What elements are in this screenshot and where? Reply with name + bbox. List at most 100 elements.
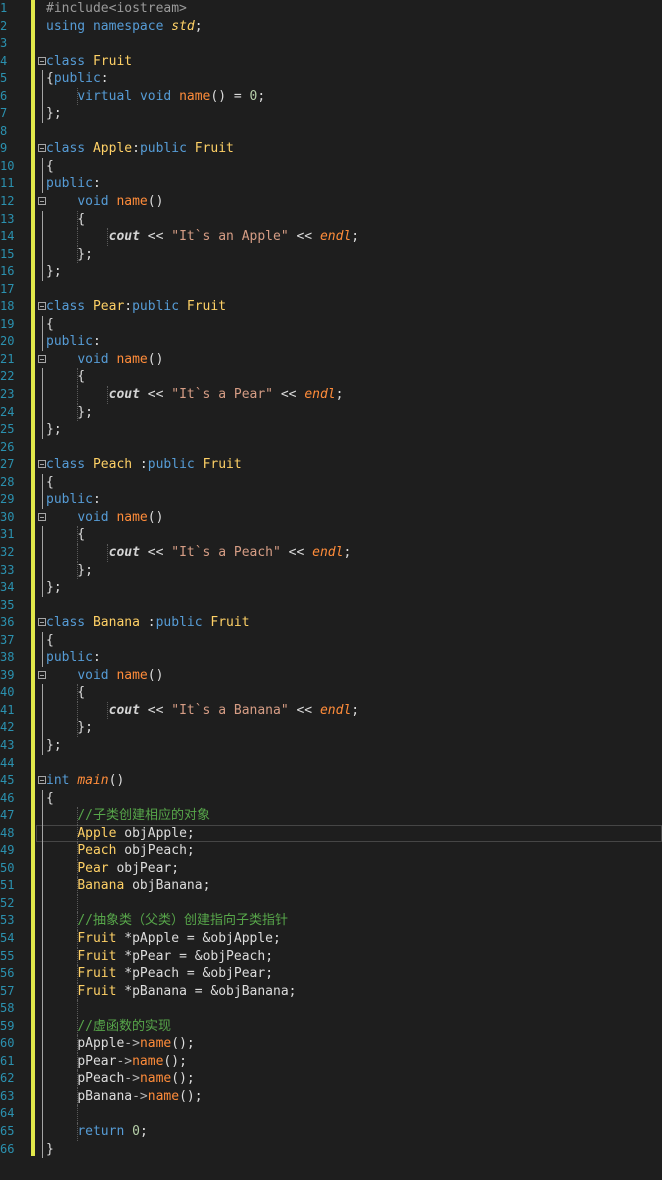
code-line[interactable]: return 0; xyxy=(36,1123,662,1141)
line-number: 58 xyxy=(0,1001,14,1016)
fold-toggle-icon[interactable] xyxy=(38,776,46,785)
code-line[interactable]: //子类创建相应的对象 xyxy=(36,807,662,825)
code-line[interactable]: //虚函数的实现 xyxy=(36,1017,662,1036)
code-line[interactable]: cout << "It`s an Apple" << endl; xyxy=(36,228,662,246)
code-lines[interactable]: #include<iostream> using namespace std; cl… xyxy=(36,0,662,1159)
code-line[interactable]: } xyxy=(36,1140,662,1159)
code-line[interactable]: Banana objBanana; xyxy=(36,877,662,895)
code-line[interactable]: }; xyxy=(36,421,662,439)
code-line[interactable]: class Apple:public Fruit xyxy=(36,140,662,158)
code-line[interactable] xyxy=(36,1105,662,1123)
line-number: 51 xyxy=(0,878,14,893)
code-line[interactable]: cout << "It`s a Banana" << endl; xyxy=(36,701,662,720)
code-line[interactable]: }; xyxy=(36,719,662,737)
code-line[interactable]: cout << "It`s a Peach" << endl; xyxy=(36,543,662,562)
scope-bracket-line xyxy=(42,947,43,966)
code-line[interactable]: }; xyxy=(36,579,662,597)
code-token: endl xyxy=(319,702,352,718)
fold-toggle-icon[interactable] xyxy=(38,302,46,311)
code-line[interactable]: void name() xyxy=(36,667,662,685)
code-token: Apple xyxy=(77,825,117,841)
code-line[interactable]: void name() xyxy=(36,351,662,369)
code-line[interactable]: Fruit *pPeach = &objPear; xyxy=(36,965,662,983)
code-line[interactable]: }; xyxy=(36,561,662,580)
code-line[interactable]: }; xyxy=(36,245,662,264)
code-line[interactable] xyxy=(36,597,662,615)
fold-toggle-icon[interactable] xyxy=(38,56,46,65)
fold-toggle-icon[interactable] xyxy=(38,670,46,679)
code-line[interactable]: { xyxy=(36,526,662,544)
code-line[interactable]: Fruit *pApple = &objApple; xyxy=(36,929,662,948)
code-line[interactable]: void name() xyxy=(36,193,662,211)
fold-toggle-icon[interactable] xyxy=(38,512,46,521)
code-token: Fruit xyxy=(77,983,117,999)
code-line[interactable]: #include<iostream> xyxy=(36,0,662,18)
fold-toggle-icon[interactable] xyxy=(38,618,46,627)
code-token: cout xyxy=(108,702,140,718)
indent-guide xyxy=(77,684,78,702)
code-line[interactable] xyxy=(36,35,662,53)
code-line[interactable]: public: xyxy=(36,333,662,351)
code-line[interactable] xyxy=(36,281,662,299)
code-line[interactable]: pApple->name(); xyxy=(36,1035,662,1053)
code-line[interactable]: { xyxy=(36,210,662,229)
code-line[interactable]: }; xyxy=(36,263,662,281)
code-line[interactable]: Pear objPear; xyxy=(36,859,662,878)
code-line[interactable]: { xyxy=(36,789,662,808)
code-line[interactable]: }; xyxy=(36,736,662,755)
code-line[interactable]: pBanana->name(); xyxy=(36,1087,662,1106)
code-token: endl xyxy=(304,387,336,403)
code-line[interactable]: public: xyxy=(36,491,662,509)
indent-guide xyxy=(77,929,78,948)
code-line[interactable]: { xyxy=(36,368,662,387)
code-line[interactable]: Fruit *pPear = &objPeach; xyxy=(36,947,662,966)
scope-bracket-line xyxy=(42,473,43,492)
code-line[interactable]: public: xyxy=(36,175,662,194)
code-token: }; xyxy=(46,422,62,438)
code-line[interactable] xyxy=(36,1000,662,1018)
code-line[interactable]: { xyxy=(36,473,662,492)
code-line[interactable]: { xyxy=(36,157,662,176)
code-line[interactable]: void name() xyxy=(36,509,662,527)
code-line[interactable]: class Peach :public Fruit xyxy=(36,456,662,474)
code-line[interactable] xyxy=(36,755,662,773)
code-line[interactable]: cout << "It`s a Pear" << endl; xyxy=(36,386,662,404)
line-number: 29 xyxy=(0,492,14,507)
code-line[interactable]: class Fruit xyxy=(36,53,662,71)
code-token: pBanana xyxy=(132,983,187,999)
code-editor[interactable]: 1 2 3 4 5 6 7 8 9 10 11 12 13 14 15 16 17 18 19 20 21 22 23 24 2… xyxy=(0,0,662,1180)
code-token: Fruit xyxy=(77,948,117,964)
code-line[interactable]: virtual void name() = 0; xyxy=(36,87,662,106)
code-line[interactable]: public: xyxy=(36,649,662,667)
code-line[interactable]: }; xyxy=(36,403,662,422)
fold-toggle-icon[interactable] xyxy=(38,197,46,206)
fold-toggle-icon[interactable] xyxy=(38,354,46,363)
code-line[interactable]: { xyxy=(36,315,662,334)
code-line[interactable]: { xyxy=(36,631,662,650)
code-line[interactable]: Peach objPeach; xyxy=(36,842,662,860)
code-line[interactable]: using namespace std; xyxy=(36,18,662,36)
code-token: "It`s a Peach" xyxy=(171,544,281,560)
code-line[interactable] xyxy=(36,123,662,141)
fold-toggle-icon[interactable] xyxy=(38,460,46,469)
code-line[interactable]: Apple objApple; xyxy=(36,824,662,843)
code-line[interactable]: {public: xyxy=(36,70,662,88)
code-line[interactable] xyxy=(36,439,662,457)
code-line[interactable]: class Pear:public Fruit xyxy=(36,298,662,316)
code-line[interactable]: pPear->name(); xyxy=(36,1052,662,1071)
code-line[interactable]: Fruit *pBanana = &objBanana; xyxy=(36,982,662,1001)
code-line[interactable]: pPeach->name(); xyxy=(36,1070,662,1088)
code-token: Fruit xyxy=(77,966,117,982)
code-line[interactable]: int main() xyxy=(36,772,662,790)
fold-toggle-icon[interactable] xyxy=(38,144,46,153)
code-line[interactable]: }; xyxy=(36,105,662,123)
code-line[interactable]: //抽象类（父类）创建指向子类指针 xyxy=(36,912,662,930)
code-line[interactable]: class Banana :public Fruit xyxy=(36,614,662,632)
code-line[interactable]: { xyxy=(36,684,662,702)
code-line[interactable] xyxy=(36,894,662,913)
code-token: void xyxy=(77,194,109,210)
